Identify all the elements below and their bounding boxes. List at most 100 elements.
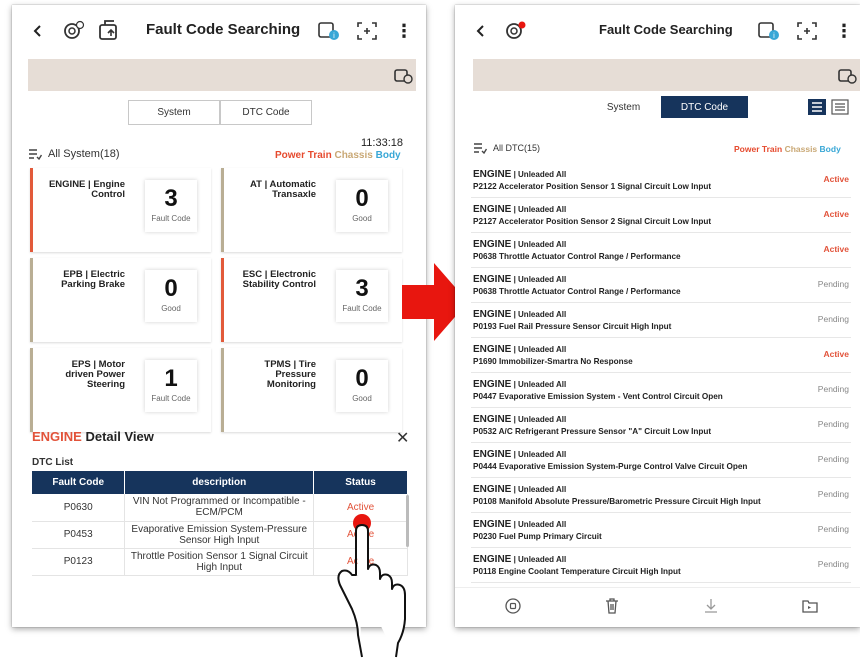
dtc-status: Pending bbox=[817, 419, 849, 429]
more-options-icon[interactable]: ⋮ bbox=[395, 21, 413, 41]
dtc-list-label: DTC List bbox=[32, 457, 74, 468]
expand-icon[interactable] bbox=[355, 20, 379, 42]
filter-power-train[interactable]: Power Train bbox=[734, 144, 782, 154]
tab-dtc-code[interactable]: DTC Code bbox=[220, 100, 312, 125]
dtc-system-sub: Unleaded All bbox=[518, 345, 567, 354]
all-system-filter[interactable]: All System(18) bbox=[28, 148, 120, 160]
ecu-info-icon[interactable]: i bbox=[317, 20, 341, 42]
card-state: Good bbox=[161, 304, 181, 313]
card-count: 3 bbox=[164, 185, 178, 212]
card-count: 3 bbox=[355, 275, 369, 302]
list-item[interactable]: ENGINE | Unleaded All P2122 Accelerator P… bbox=[471, 163, 851, 198]
card-state: Fault Code bbox=[342, 304, 382, 313]
list-item[interactable]: ENGINE | Unleaded All P0532 A/C Refrigera… bbox=[471, 408, 851, 443]
delete-icon[interactable] bbox=[603, 597, 621, 615]
dtc-system-name: ENGINE bbox=[473, 309, 512, 320]
vehicle-diagnosis-icon[interactable] bbox=[502, 19, 528, 43]
page-title: Fault Code Searching bbox=[599, 22, 733, 37]
vehicle-icon[interactable] bbox=[393, 66, 413, 84]
expand-icon[interactable] bbox=[795, 20, 819, 42]
stop-icon[interactable] bbox=[504, 597, 522, 615]
card-count-box: 3 Fault Code bbox=[145, 180, 197, 232]
dtc-status: Pending bbox=[817, 454, 849, 464]
open-folder-icon[interactable] bbox=[801, 597, 819, 615]
dtc-system-sub: Unleaded All bbox=[518, 520, 567, 529]
filter-chassis[interactable]: Chassis bbox=[785, 144, 818, 154]
filter-body[interactable]: Body bbox=[820, 144, 841, 154]
list-item[interactable]: ENGINE | Unleaded All P0447 Evaporative E… bbox=[471, 373, 851, 408]
card-count-box: 0 Good bbox=[336, 180, 388, 232]
dtc-system: ENGINE | Unleaded All bbox=[473, 309, 567, 320]
checklist-icon bbox=[29, 149, 42, 160]
dtc-status: Pending bbox=[817, 489, 849, 499]
dtc-system-name: ENGINE bbox=[473, 554, 512, 565]
card-count-box: 0 Good bbox=[145, 270, 197, 322]
tab-system[interactable]: System bbox=[586, 96, 661, 118]
tab-dtc-code[interactable]: DTC Code bbox=[661, 96, 748, 118]
dtc-system-sub: Unleaded All bbox=[518, 310, 567, 319]
ecu-info-icon[interactable]: i bbox=[757, 20, 781, 42]
list-item[interactable]: ENGINE | Unleaded All P0230 Fuel Pump Pri… bbox=[471, 513, 851, 548]
close-icon[interactable]: ✕ bbox=[396, 428, 409, 448]
list-item[interactable]: ENGINE | Unleaded All P0108 Manifold Abso… bbox=[471, 478, 851, 513]
vehicle-info-bar bbox=[473, 59, 860, 91]
vehicle-info-bar bbox=[28, 59, 416, 91]
fault-code-cell: P0630 bbox=[32, 494, 126, 522]
back-icon[interactable] bbox=[473, 23, 489, 39]
page-title: Fault Code Searching bbox=[146, 21, 301, 38]
list-item[interactable]: ENGINE | Unleaded All P0638 Throttle Actu… bbox=[471, 233, 851, 268]
dtc-system-sub: Unleaded All bbox=[518, 555, 567, 564]
description-cell: VIN Not Programmed or Incompatible - ECM… bbox=[124, 494, 315, 522]
list-item[interactable]: ENGINE | Unleaded All P0193 Fuel Rail Pre… bbox=[471, 303, 851, 338]
card-title: EPB | Electric Parking Brake bbox=[61, 269, 125, 290]
vehicle-upload-icon[interactable] bbox=[96, 19, 122, 43]
all-dtc-filter[interactable]: All DTC(15) bbox=[473, 142, 540, 154]
filter-body[interactable]: Body bbox=[376, 150, 401, 161]
card-title: EPS | Motor driven Power Steering bbox=[65, 359, 125, 390]
dtc-description: P2127 Accelerator Position Sensor 2 Sign… bbox=[473, 217, 712, 226]
dtc-system: ENGINE | Unleaded All bbox=[473, 239, 567, 250]
filter-power-train[interactable]: Power Train bbox=[275, 150, 332, 161]
list-item[interactable]: ENGINE | Unleaded All P0638 Throttle Actu… bbox=[471, 268, 851, 303]
dtc-status: Pending bbox=[817, 279, 849, 289]
list-item[interactable]: ENGINE | Unleaded All P2127 Accelerator P… bbox=[471, 198, 851, 233]
download-icon[interactable] bbox=[702, 597, 720, 615]
list-item[interactable]: ENGINE | Unleaded All P0444 Evaporative E… bbox=[471, 443, 851, 478]
list-item[interactable]: ENGINE | Unleaded All P0118 Engine Coolan… bbox=[471, 548, 851, 583]
dtc-description: P0638 Throttle Actuator Control Range / … bbox=[473, 287, 681, 296]
system-card-eps[interactable]: EPS | Motor driven Power Steering 1 Faul… bbox=[30, 348, 211, 432]
back-icon[interactable] bbox=[30, 23, 46, 39]
top-bar: Fault Code Searching i ⋮ bbox=[455, 5, 860, 55]
grid-view-icon[interactable] bbox=[831, 99, 849, 115]
more-options-icon[interactable]: ⋮ bbox=[835, 21, 853, 41]
system-card-esc[interactable]: ESC | Electronic Stability Control 3 Fau… bbox=[221, 258, 402, 342]
vehicle-icon[interactable] bbox=[837, 66, 857, 84]
system-card-engine[interactable]: ENGINE | Engine Control 3 Fault Code bbox=[30, 168, 211, 252]
system-card-at[interactable]: AT | Automatic Transaxle 0 Good bbox=[221, 168, 402, 252]
column-header-status: Status bbox=[313, 471, 408, 494]
description-cell: Evaporative Emission System-Pressure Sen… bbox=[124, 521, 315, 549]
card-count: 0 bbox=[164, 275, 178, 302]
card-count-box: 3 Fault Code bbox=[336, 270, 388, 322]
system-card-epb[interactable]: EPB | Electric Parking Brake 0 Good bbox=[30, 258, 211, 342]
dtc-system-name: ENGINE bbox=[473, 484, 512, 495]
system-card-tpms[interactable]: TPMS | Tire Pressure Monitoring 0 Good bbox=[221, 348, 402, 432]
card-count: 1 bbox=[164, 365, 178, 392]
card-count-box: 0 Good bbox=[336, 360, 388, 412]
dtc-description: P0444 Evaporative Emission System-Purge … bbox=[473, 462, 748, 471]
tab-system[interactable]: System bbox=[128, 100, 220, 125]
card-state: Good bbox=[352, 394, 372, 403]
dtc-status: Active bbox=[823, 209, 849, 219]
list-view-icon[interactable] bbox=[808, 99, 826, 115]
card-count: 0 bbox=[355, 365, 369, 392]
vehicle-diagnosis-icon[interactable] bbox=[60, 19, 86, 43]
dtc-system: ENGINE | Unleaded All bbox=[473, 169, 567, 180]
dtc-system-name: ENGINE bbox=[473, 519, 512, 530]
list-item[interactable]: ENGINE | Unleaded All P1690 Immobilizer-S… bbox=[471, 338, 851, 373]
card-state: Good bbox=[352, 214, 372, 223]
filter-chassis[interactable]: Chassis bbox=[334, 150, 372, 161]
dtc-status: Pending bbox=[817, 314, 849, 324]
dtc-system-name: ENGINE bbox=[473, 239, 512, 250]
category-filters: Power Train Chassis Body bbox=[734, 144, 841, 154]
dtc-description: P0447 Evaporative Emission System - Vent… bbox=[473, 392, 723, 401]
